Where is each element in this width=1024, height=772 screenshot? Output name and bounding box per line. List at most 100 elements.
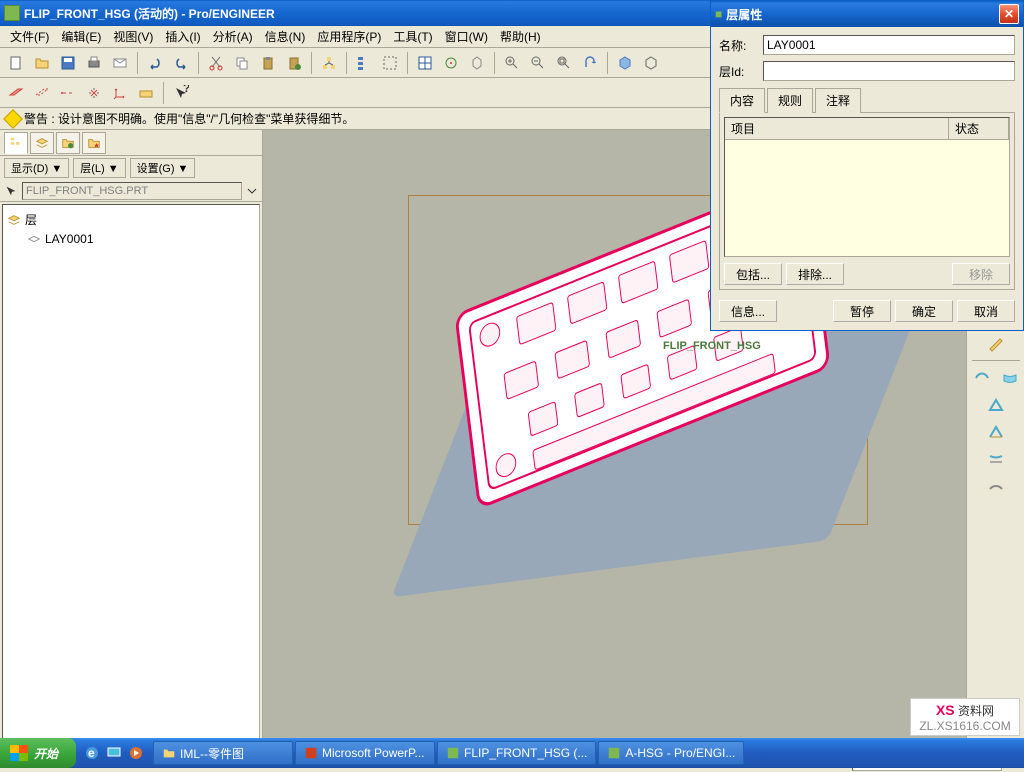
item-list[interactable]: 项目 状态 [724,117,1010,257]
tab-content[interactable]: 内容 [719,88,765,113]
menu-info[interactable]: 信息(N) [259,26,312,47]
model-tree-button[interactable] [352,51,376,75]
title-text: FLIP_FRONT_HSG (活动的) - Pro/ENGINEER [24,5,275,22]
menu-help[interactable]: 帮助(H) [494,26,547,47]
player-icon[interactable] [126,743,146,763]
menu-insert[interactable]: 插入(I) [159,26,206,47]
layer-tree[interactable]: 层 LAY0001 [2,204,260,748]
menu-analysis[interactable]: 分析(A) [207,26,259,47]
sketch-button[interactable] [983,331,1009,355]
remove-button[interactable]: 移除 [952,263,1010,285]
svg-text:?: ? [183,85,189,95]
datum-axis-button[interactable] [56,81,80,105]
start-button[interactable]: 开始 [0,738,76,768]
menu-file[interactable]: 文件(F) [4,26,55,47]
layer-dropdown[interactable]: 层(L) ▼ [73,158,125,178]
exclude-button[interactable]: 排除... [786,263,844,285]
boundary-button[interactable] [983,393,1009,417]
watermark-name: 资料网 [958,704,994,718]
task-item[interactable]: IML--零件图 [153,741,293,765]
file-field[interactable] [22,182,242,200]
menu-edit[interactable]: 编辑(E) [55,26,107,47]
paste-special-button[interactable] [282,51,306,75]
spin-center-button[interactable] [439,51,463,75]
quick-launch: e [76,743,152,763]
tab-layer-tree[interactable] [30,132,54,154]
undo-button[interactable] [143,51,167,75]
style-button[interactable] [969,366,995,390]
desktop-icon[interactable] [104,743,124,763]
datum-plane-dashed-button[interactable] [30,81,54,105]
paste-button[interactable] [256,51,280,75]
col-status[interactable]: 状态 [949,118,1009,139]
tree-layer-item[interactable]: LAY0001 [7,230,255,248]
model-label: FLIP_FRONT_HSG [663,340,761,352]
layer-icon [27,233,41,245]
merge-button[interactable] [983,420,1009,444]
dropdown-icon[interactable] [246,185,258,197]
cut-button[interactable] [204,51,228,75]
taskbar: 开始 e IML--零件图 Microsoft PowerP... FLIP_F… [0,738,1024,768]
regen-button[interactable] [317,51,341,75]
view-manager-button[interactable] [413,51,437,75]
redo-button[interactable] [169,51,193,75]
new-button[interactable] [4,51,28,75]
name-label: 名称: [719,37,757,54]
email-button[interactable] [108,51,132,75]
copy-button[interactable] [230,51,254,75]
tab-folder[interactable] [56,132,80,154]
menu-app[interactable]: 应用程序(P) [311,26,387,47]
tab-model-tree[interactable] [4,132,28,154]
ie-icon[interactable]: e [82,743,102,763]
left-panel: 显示(D) ▼ 层(L) ▼ 设置(G) ▼ 层 LAY0001 [0,130,263,750]
dialog-close-button[interactable]: ✕ [999,4,1019,24]
refit-button[interactable] [552,51,576,75]
display-dropdown[interactable]: 显示(D) ▼ [4,158,69,178]
menu-tools[interactable]: 工具(T) [387,26,438,47]
warning-text: 警告 : 设计意图不明确。使用"信息"/"几何检查"菜单获得细节。 [24,110,354,127]
dialog-titlebar[interactable]: ■ 层属性 ✕ [711,1,1023,27]
cancel-button[interactable]: 取消 [957,300,1015,322]
open-button[interactable] [30,51,54,75]
task-item[interactable]: Microsoft PowerP... [295,741,435,765]
include-button[interactable]: 包括... [724,263,782,285]
help-arrow-button[interactable]: ? [169,81,193,105]
arrow-icon [4,184,18,198]
datum-point-button[interactable] [82,81,106,105]
tab-favorites[interactable] [82,132,106,154]
task-item[interactable]: A-HSG - Pro/ENGI... [598,741,744,765]
zoom-in-button[interactable] [500,51,524,75]
annotation-button[interactable] [134,81,158,105]
tab-comment[interactable]: 注释 [815,88,861,113]
selection-button[interactable] [378,51,402,75]
hidden-line-button[interactable] [639,51,663,75]
col-item[interactable]: 项目 [725,118,949,139]
id-label: 层Id: [719,63,757,80]
save-button[interactable] [56,51,80,75]
datum-csys-button[interactable] [108,81,132,105]
orient-button[interactable] [465,51,489,75]
extend-button[interactable] [983,474,1009,498]
print-button[interactable] [82,51,106,75]
shaded-button[interactable] [613,51,637,75]
menu-window[interactable]: 窗口(W) [439,26,494,47]
tab-rules[interactable]: 规则 [767,88,813,113]
dialog-tabs: 内容 规则 注释 [719,87,1015,113]
name-input[interactable] [763,35,1015,55]
ok-button[interactable]: 确定 [895,300,953,322]
menu-view[interactable]: 视图(V) [107,26,159,47]
zoom-out-button[interactable] [526,51,550,75]
trim-button[interactable] [983,447,1009,471]
surface-button[interactable] [997,366,1023,390]
tree-root-label: 层 [25,211,37,228]
info-button[interactable]: 信息... [719,300,777,322]
svg-text:e: e [88,746,95,760]
id-input[interactable] [763,61,1015,81]
settings-dropdown[interactable]: 设置(G) ▼ [130,158,196,178]
tree-root-item[interactable]: 层 [7,209,255,230]
datum-plane-button[interactable] [4,81,28,105]
pause-button[interactable]: 暂停 [833,300,891,322]
repaint-button[interactable] [578,51,602,75]
layers-icon [7,214,21,226]
task-item[interactable]: FLIP_FRONT_HSG (... [437,741,596,765]
